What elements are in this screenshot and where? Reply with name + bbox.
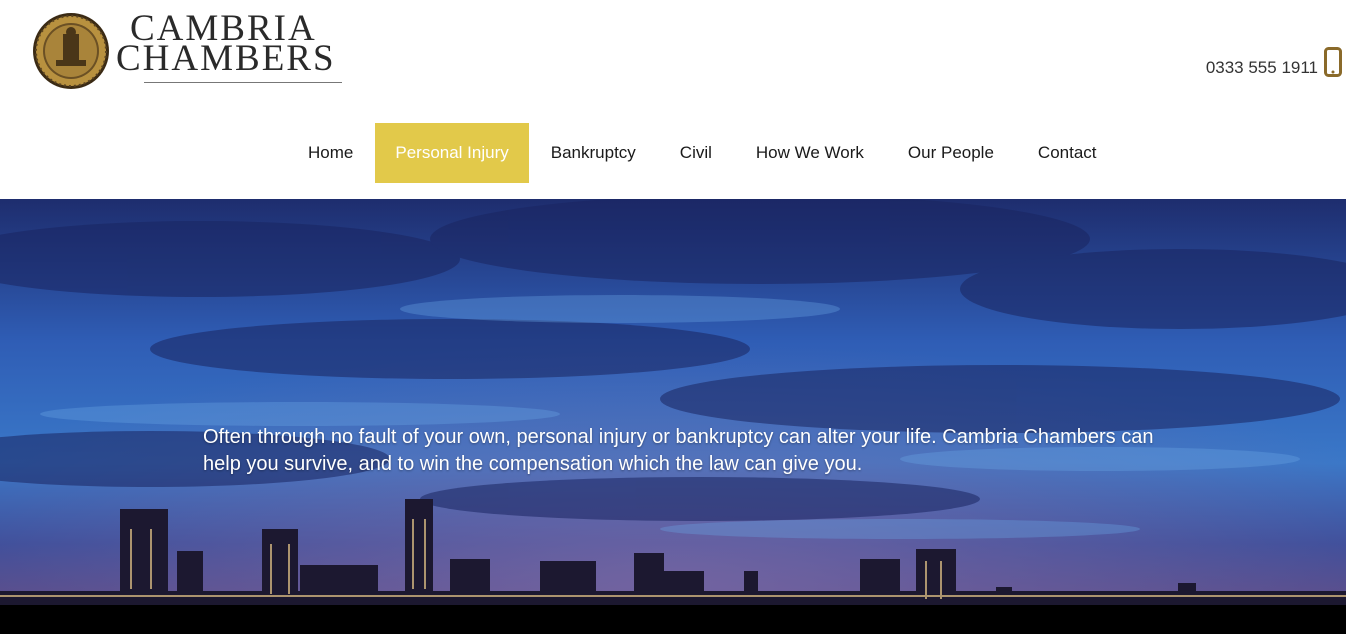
nav-item-our-people[interactable]: Our People bbox=[886, 123, 1016, 183]
logo-line-2: CHAMBERS bbox=[116, 38, 336, 79]
nav-item-contact[interactable]: Contact bbox=[1016, 123, 1119, 183]
seal-icon bbox=[33, 13, 109, 89]
hero-tagline: Often through no fault of your own, pers… bbox=[203, 426, 1154, 475]
smartphone-icon bbox=[1324, 47, 1342, 77]
logo-underline bbox=[144, 82, 342, 83]
nav-item-how-we-work[interactable]: How We Work bbox=[734, 123, 886, 183]
site-logo[interactable]: CAMBRIA CHAMBERS bbox=[32, 10, 352, 90]
nav-item-personal-injury[interactable]: Personal Injury bbox=[375, 123, 529, 183]
city-skyline-image bbox=[0, 199, 1346, 605]
logo-wordmark: CAMBRIA CHAMBERS bbox=[116, 10, 336, 79]
phone-number[interactable]: 0333 555 1911 bbox=[1206, 46, 1318, 78]
main-nav: Home Personal Injury Bankruptcy Civil Ho… bbox=[286, 123, 1119, 183]
site-header: CAMBRIA CHAMBERS 0333 555 1911 Home Pers… bbox=[0, 0, 1346, 199]
hero-banner: Often through no fault of your own, pers… bbox=[0, 199, 1346, 605]
nav-item-bankruptcy[interactable]: Bankruptcy bbox=[529, 123, 658, 183]
bottom-bar bbox=[0, 605, 1346, 634]
nav-item-home[interactable]: Home bbox=[286, 123, 375, 183]
nav-item-civil[interactable]: Civil bbox=[658, 123, 734, 183]
phone-contact[interactable]: 0333 555 1911 bbox=[1206, 46, 1342, 78]
